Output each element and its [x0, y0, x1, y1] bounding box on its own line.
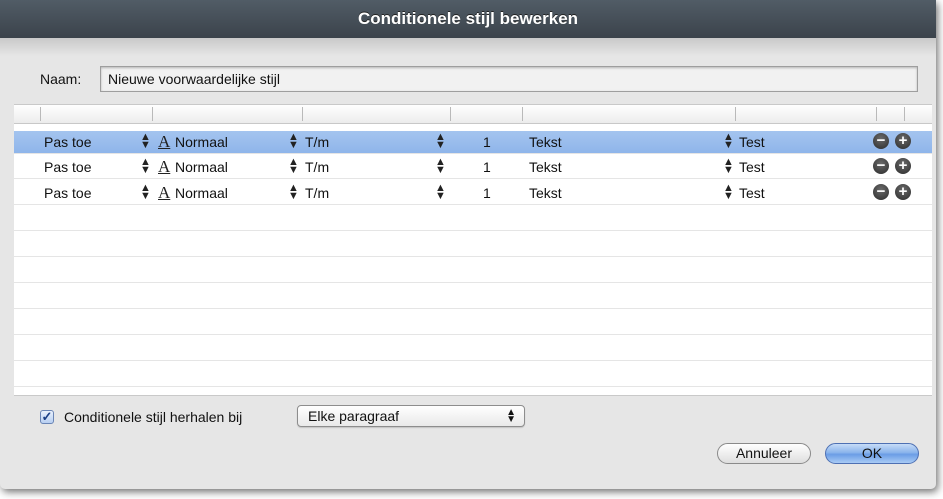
- window-title: Conditionele stijl bewerken: [357, 9, 579, 28]
- stepper-arrows-icon[interactable]: ▲ ▼: [723, 183, 734, 202]
- action-select[interactable]: Pas toe: [44, 185, 91, 201]
- rules-table: Pas toe ▲ ▼ A Normaal ▲ ▼ T/m ▲ ▼ 1 Tekst ▲…: [14, 104, 932, 396]
- naam-field[interactable]: [100, 66, 918, 92]
- ok-button[interactable]: OK: [825, 443, 919, 464]
- target-select[interactable]: Test: [739, 134, 765, 150]
- unit-select[interactable]: Tekst: [529, 159, 562, 175]
- repeat-checkbox[interactable]: ✓: [40, 410, 54, 424]
- stepper-arrows-icon[interactable]: ▲ ▼: [288, 183, 299, 202]
- count-field[interactable]: 1: [483, 185, 491, 201]
- repeat-frequency-select[interactable]: Elke paragraaf ▲ ▼: [297, 405, 525, 427]
- font-style-icon: A: [158, 157, 171, 176]
- add-row-icon[interactable]: +: [895, 133, 911, 149]
- stepper-arrows-icon[interactable]: ▲ ▼: [435, 183, 446, 202]
- range-select[interactable]: T/m: [305, 134, 329, 150]
- repeat-frequency-value: Elke paragraaf: [308, 408, 400, 424]
- table-row[interactable]: Pas toe ▲ ▼ A Normaal ▲ ▼ T/m ▲ ▼ 1 Tekst ▲…: [14, 156, 932, 178]
- add-row-icon[interactable]: +: [895, 158, 911, 174]
- stepper-arrows-icon[interactable]: ▲ ▼: [288, 157, 299, 176]
- stepper-arrows-icon[interactable]: ▲ ▼: [723, 157, 734, 176]
- table-header: [14, 105, 932, 124]
- range-select[interactable]: T/m: [305, 159, 329, 175]
- stepper-arrows-icon[interactable]: ▲ ▼: [435, 132, 446, 151]
- stepper-arrows-icon[interactable]: ▲ ▼: [288, 132, 299, 151]
- action-select[interactable]: Pas toe: [44, 159, 91, 175]
- action-select[interactable]: Pas toe: [44, 134, 91, 150]
- dialog-window: Conditionele stijl bewerken Naam: Pas to…: [0, 0, 936, 489]
- stepper-arrows-icon[interactable]: ▲ ▼: [435, 157, 446, 176]
- title-bar: Conditionele stijl bewerken: [0, 0, 936, 38]
- target-select[interactable]: Test: [739, 159, 765, 175]
- naam-label: Naam:: [40, 71, 82, 87]
- select-arrows-icon: ▲ ▼: [506, 407, 516, 425]
- remove-row-icon[interactable]: −: [873, 158, 889, 174]
- style-select[interactable]: Normaal: [175, 185, 228, 201]
- remove-row-icon[interactable]: −: [873, 184, 889, 200]
- target-select[interactable]: Test: [739, 185, 765, 201]
- repeat-label[interactable]: Conditionele stijl herhalen bij: [64, 409, 242, 425]
- stepper-arrows-icon[interactable]: ▲ ▼: [140, 132, 151, 151]
- table-row[interactable]: Pas toe ▲ ▼ A Normaal ▲ ▼ T/m ▲ ▼ 1 Tekst ▲…: [14, 131, 932, 153]
- table-row[interactable]: Pas toe ▲ ▼ A Normaal ▲ ▼ T/m ▲ ▼ 1 Tekst ▲…: [14, 182, 932, 204]
- unit-select[interactable]: Tekst: [529, 134, 562, 150]
- stepper-arrows-icon[interactable]: ▲ ▼: [140, 157, 151, 176]
- count-field[interactable]: 1: [483, 159, 491, 175]
- style-select[interactable]: Normaal: [175, 159, 228, 175]
- cancel-button[interactable]: Annuleer: [717, 443, 811, 464]
- add-row-icon[interactable]: +: [895, 184, 911, 200]
- font-style-icon: A: [158, 183, 171, 202]
- font-style-icon: A: [158, 132, 171, 151]
- style-select[interactable]: Normaal: [175, 134, 228, 150]
- unit-select[interactable]: Tekst: [529, 185, 562, 201]
- stepper-arrows-icon[interactable]: ▲ ▼: [140, 183, 151, 202]
- range-select[interactable]: T/m: [305, 185, 329, 201]
- remove-row-icon[interactable]: −: [873, 133, 889, 149]
- count-field[interactable]: 1: [483, 134, 491, 150]
- stepper-arrows-icon[interactable]: ▲ ▼: [723, 132, 734, 151]
